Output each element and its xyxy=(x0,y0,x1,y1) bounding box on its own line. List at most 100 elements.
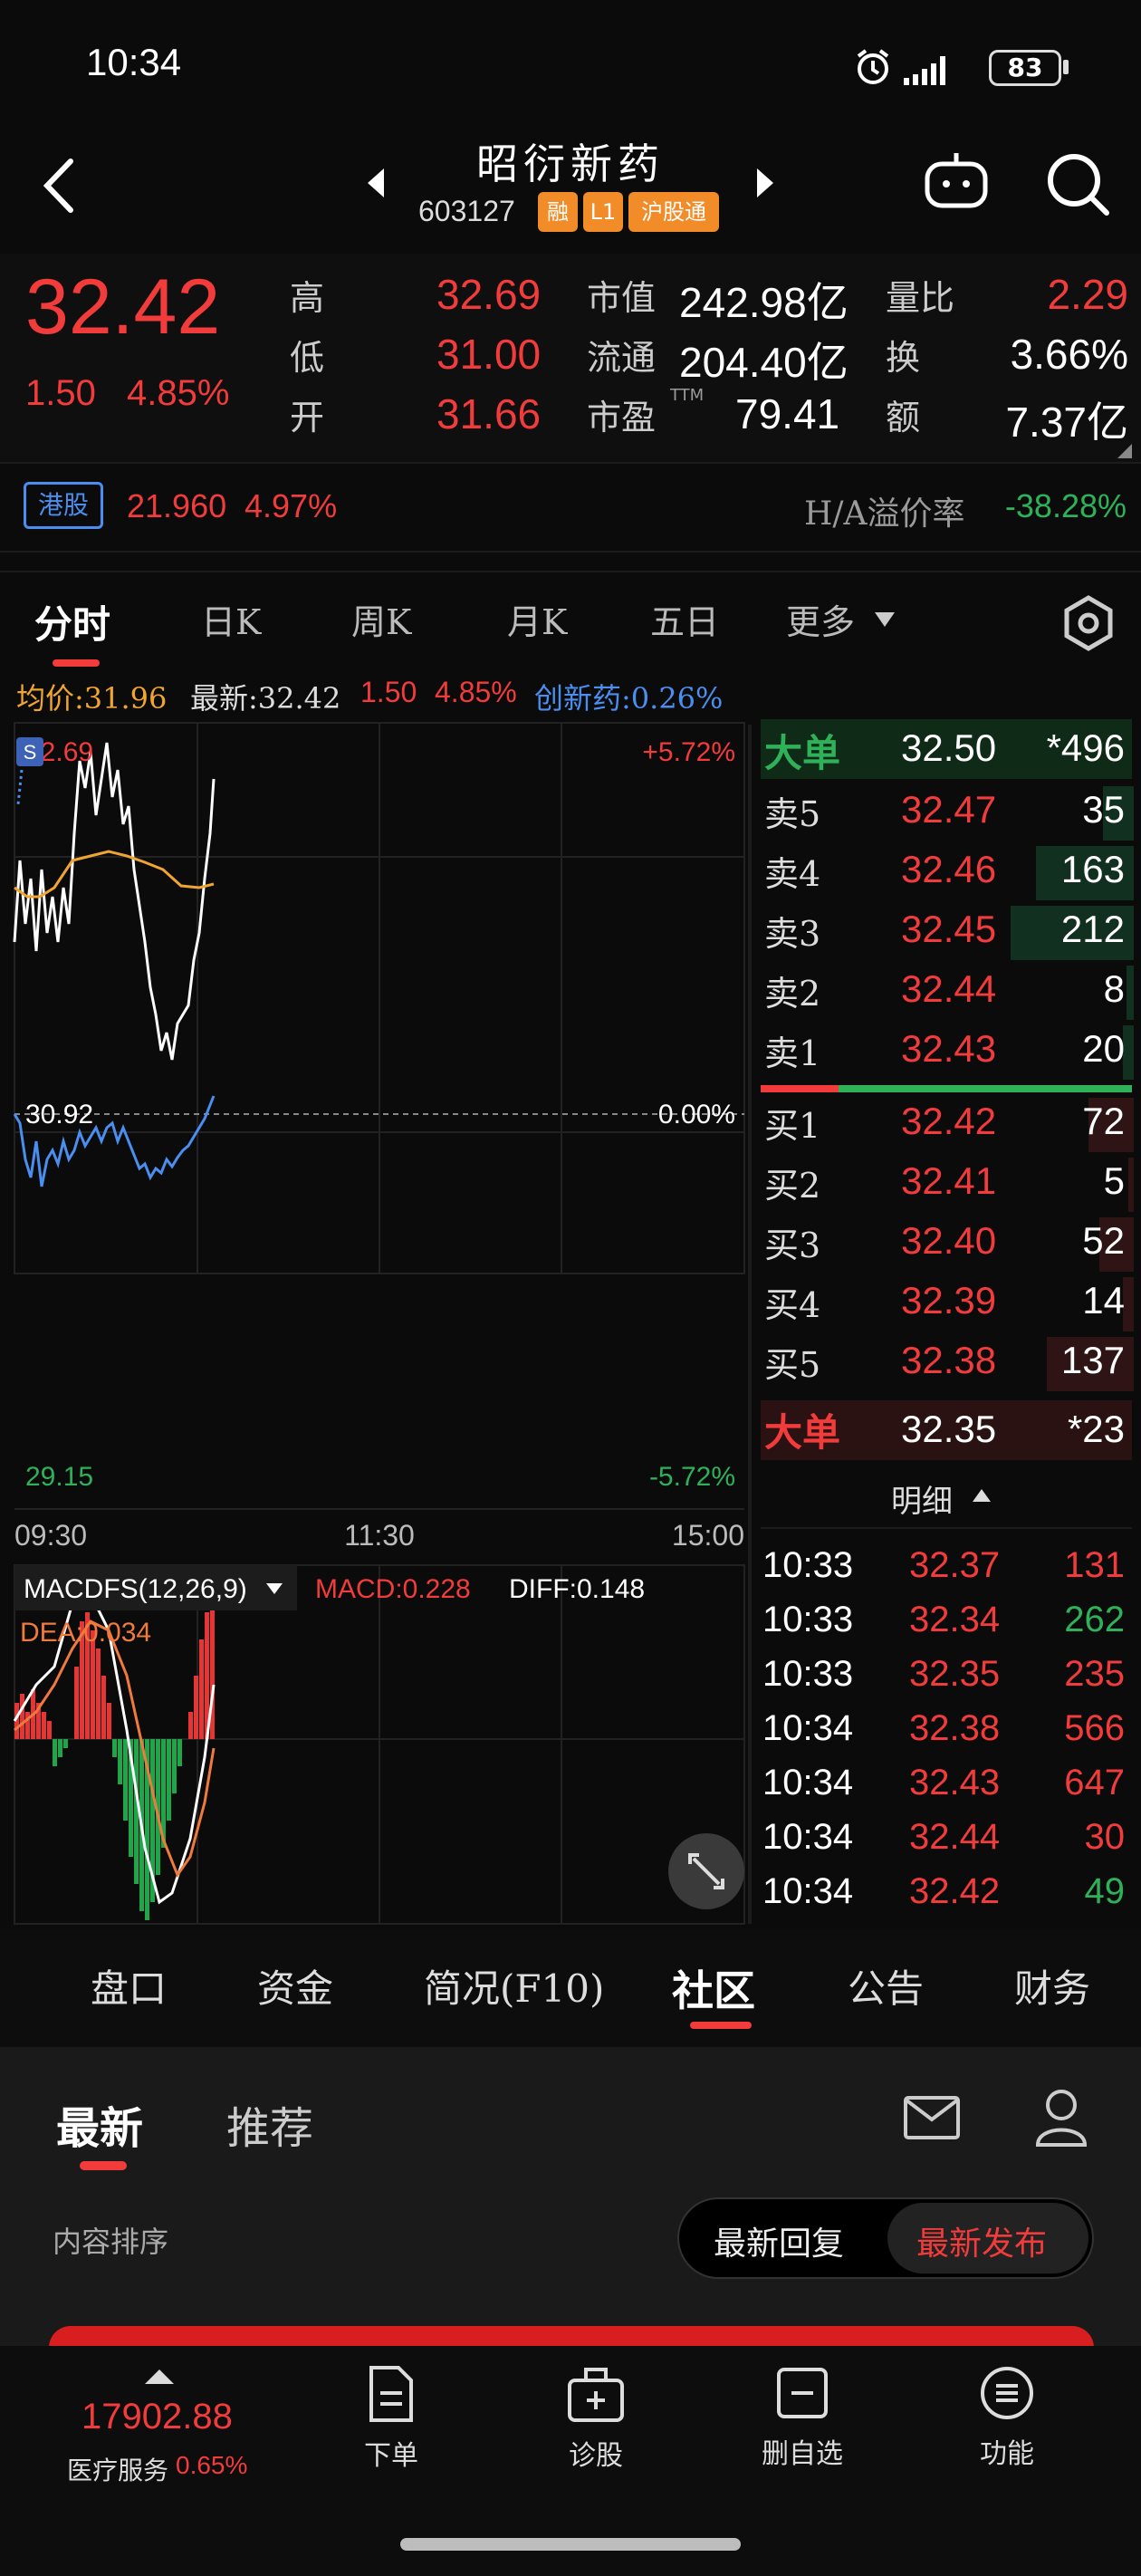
tick-price: 32.34 xyxy=(909,1600,1001,1639)
nav-functions-label: 功能 xyxy=(980,2438,1034,2470)
tab-daily-k[interactable]: 日K xyxy=(201,594,261,644)
sort-latest-reply[interactable]: 最新回复 xyxy=(714,2217,844,2264)
nav-diagnose[interactable]: 诊股 xyxy=(523,2364,668,2473)
bid4-label: 买4 xyxy=(764,1285,821,1325)
amount-value: 7.37亿 xyxy=(1005,399,1128,446)
turnover-value: 3.66% xyxy=(1010,331,1128,378)
s-badge[interactable]: S xyxy=(24,741,37,764)
chart-mid-price: 30.92 xyxy=(25,1100,93,1129)
ask1-price[interactable]: 32.43 xyxy=(901,1027,996,1071)
turnover-label: 换 xyxy=(886,338,921,378)
chart-bot-price: 29.15 xyxy=(25,1462,93,1492)
float-label: 流通 xyxy=(587,338,657,378)
mail-icon[interactable] xyxy=(902,2092,962,2143)
bid4-price[interactable]: 32.39 xyxy=(901,1279,996,1322)
tab-order-book[interactable]: 盘口 xyxy=(91,1958,167,2014)
price-change: 1.50 xyxy=(25,373,96,413)
nav-diagnose-label: 诊股 xyxy=(569,2440,623,2472)
tab-profile-f10[interactable]: 简况(F10) xyxy=(424,1958,604,2014)
hk-pct: 4.97% xyxy=(244,487,338,524)
tick-time: 10:33 xyxy=(762,1654,854,1694)
price-change-pct: 4.85% xyxy=(127,373,230,413)
menu-circle-icon xyxy=(981,2367,1033,2419)
tick-time: 10:34 xyxy=(762,1708,854,1748)
user-icon[interactable] xyxy=(1032,2085,1090,2148)
tab-community[interactable]: 社区 xyxy=(672,1958,755,2018)
intraday-chart[interactable]: 32.69 +5.72% 30.92 0.00% 29.15 -5.72% 09… xyxy=(0,670,752,1929)
tab-financials[interactable]: 财务 xyxy=(1014,1958,1090,2014)
big-buy-price: 32.35 xyxy=(901,1408,997,1450)
settings-hexagon-icon[interactable] xyxy=(1060,594,1117,652)
robot-assistant-icon[interactable] xyxy=(922,149,991,213)
bid1-price[interactable]: 32.42 xyxy=(901,1100,996,1143)
community-tab-recommend[interactable]: 推荐 xyxy=(226,2092,313,2156)
status-icons xyxy=(857,49,945,85)
bid3-vol: 52 xyxy=(1082,1219,1125,1262)
index-value[interactable]: 17902.88 xyxy=(82,2397,233,2437)
nav-remove-watchlist[interactable]: 删自选 xyxy=(730,2364,875,2471)
tab-intraday[interactable]: 分时 xyxy=(34,594,110,649)
chevron-down-icon xyxy=(875,612,895,627)
battery-tip xyxy=(1063,60,1069,74)
bid2-depth-bar xyxy=(1128,1158,1134,1212)
ask2-price[interactable]: 32.44 xyxy=(901,967,996,1011)
time-end: 15:00 xyxy=(672,1519,744,1552)
nav-order[interactable]: 下单 xyxy=(319,2364,464,2473)
low-label: 低 xyxy=(290,338,325,378)
community-panel xyxy=(0,2047,1141,2346)
tick-vol: 262 xyxy=(1064,1600,1125,1639)
bid3-label: 买3 xyxy=(764,1226,821,1265)
tab-more[interactable]: 更多 xyxy=(786,594,855,644)
bid1-label: 买1 xyxy=(764,1106,821,1146)
margin-badge: 融 xyxy=(538,192,578,232)
chevron-up-icon xyxy=(973,1489,991,1502)
medkit-icon xyxy=(568,2368,624,2422)
ask4-label: 卖4 xyxy=(764,854,821,894)
home-indicator[interactable] xyxy=(400,2538,741,2551)
volratio-value: 2.29 xyxy=(1047,271,1128,318)
ask4-vol: 163 xyxy=(1060,848,1125,890)
index-pct: 0.65% xyxy=(176,2451,248,2479)
float-value: 204.40亿 xyxy=(679,339,849,386)
amount-label: 额 xyxy=(886,398,921,437)
chart-divider xyxy=(748,725,752,1924)
community-tab-latest[interactable]: 最新 xyxy=(56,2092,143,2156)
bid2-price[interactable]: 32.41 xyxy=(901,1159,996,1203)
sort-label: 内容排序 xyxy=(53,2225,169,2259)
tab-announcements[interactable]: 公告 xyxy=(848,1958,924,2014)
ha-premium-label: H/A溢价率 xyxy=(804,495,965,533)
ask2-depth-bar xyxy=(1127,966,1134,1020)
sort-latest-publish[interactable]: 最新发布 xyxy=(916,2217,1047,2264)
expand-corner-icon[interactable] xyxy=(1116,442,1134,460)
tab-five-day[interactable]: 五日 xyxy=(650,594,719,644)
tab-weekly-k[interactable]: 周K xyxy=(351,594,411,644)
community-tab-indicator xyxy=(80,2161,127,2170)
big-buy-label: 大单 xyxy=(764,1410,841,1455)
nav-remove-watchlist-label: 删自选 xyxy=(762,2438,843,2470)
ask2-vol: 8 xyxy=(1103,967,1125,1010)
mcap-value: 242.98亿 xyxy=(679,279,849,326)
chart-mid-pct: 0.00% xyxy=(658,1100,735,1129)
bid3-price[interactable]: 32.40 xyxy=(901,1219,996,1263)
ask4-price[interactable]: 32.46 xyxy=(901,848,996,891)
tick-price: 32.38 xyxy=(909,1708,1001,1748)
macd-selector[interactable]: MACDFS(12,26,9) xyxy=(24,1574,247,1604)
tick-vol: 49 xyxy=(1084,1871,1126,1911)
ask5-label: 卖5 xyxy=(764,794,821,834)
ask5-vol: 35 xyxy=(1082,788,1125,831)
tab-funds[interactable]: 资金 xyxy=(257,1958,333,2014)
bid5-price[interactable]: 32.38 xyxy=(901,1339,996,1382)
search-icon[interactable] xyxy=(1043,149,1112,218)
hk-price: 21.960 xyxy=(127,487,227,524)
high-value: 32.69 xyxy=(436,271,542,318)
caret-up-icon[interactable] xyxy=(143,2366,176,2386)
tab-monthly-k[interactable]: 月K xyxy=(507,594,567,644)
ask3-price[interactable]: 32.45 xyxy=(901,908,996,951)
bid1-vol: 72 xyxy=(1082,1100,1125,1142)
nav-functions[interactable]: 功能 xyxy=(935,2364,1079,2471)
ask3-label: 卖3 xyxy=(764,914,821,954)
ask5-price[interactable]: 32.47 xyxy=(901,788,996,831)
detail-toggle[interactable]: 明细 xyxy=(891,1476,953,1521)
chart-tabs xyxy=(0,571,1141,670)
tick-price: 32.42 xyxy=(909,1871,1001,1911)
